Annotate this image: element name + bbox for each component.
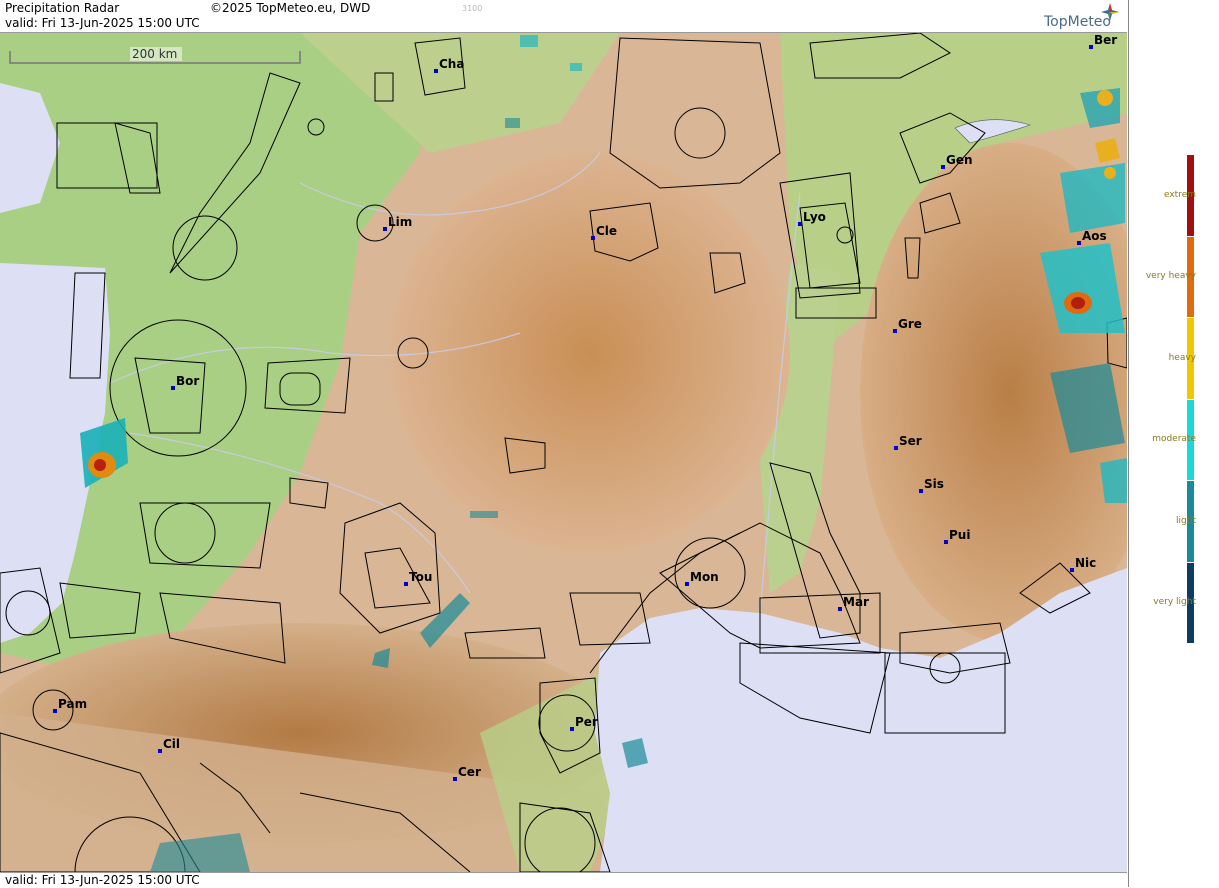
city-marker xyxy=(570,727,574,731)
city-label: Cil xyxy=(163,737,180,751)
city-label: Gen xyxy=(946,153,973,167)
precipitation-legend: extrem very heavy heavy moderate light very l… xyxy=(1128,0,1219,887)
copyright-text: ©2025 TopMeteo.eu, DWD xyxy=(210,1,371,15)
legend-label: extrem xyxy=(1163,189,1196,200)
city-marker xyxy=(894,446,898,450)
radar-map[interactable]: 200 km Ber Cha Gen Lim Cle Lyo Aos Gre Bor Ser Sis… xyxy=(0,33,1127,872)
city-label: Cle xyxy=(596,224,617,238)
city-marker xyxy=(1070,568,1074,572)
city-label: Sis xyxy=(924,477,944,491)
city-label: Lim xyxy=(388,215,412,229)
city-marker xyxy=(893,329,897,333)
faint-number: 3100 xyxy=(462,4,483,13)
city-label: Pam xyxy=(58,697,87,711)
city-marker xyxy=(453,777,457,781)
legend-label: light xyxy=(1176,515,1196,526)
terrain-map: 200 km Ber Cha Gen Lim Cle Lyo Aos Gre Bor Ser Sis… xyxy=(0,33,1127,872)
footer-bar: valid: Fri 13-Jun-2025 15:00 UTC xyxy=(0,872,1127,888)
header-bar: Precipitation Radar ©2025 TopMeteo.eu, D… xyxy=(0,0,1127,33)
city-marker xyxy=(941,165,945,169)
city-marker xyxy=(919,489,923,493)
city-marker xyxy=(171,386,175,390)
city-label: Mar xyxy=(843,595,869,609)
city-marker xyxy=(944,540,948,544)
valid-time: valid: Fri 13-Jun-2025 15:00 UTC xyxy=(5,16,200,30)
city-marker xyxy=(685,582,689,586)
city-marker xyxy=(838,607,842,611)
legend-label: very light xyxy=(1153,597,1196,608)
legend-label: very heavy xyxy=(1145,271,1196,282)
compass-star-icon xyxy=(1101,3,1119,21)
city-label: Cha xyxy=(439,57,464,71)
city-label: Nic xyxy=(1075,556,1096,570)
city-marker xyxy=(434,69,438,73)
legend-label: heavy xyxy=(1168,352,1196,363)
legend-label: moderate xyxy=(1152,434,1196,445)
city-label: Cer xyxy=(458,765,481,779)
scale-label: 200 km xyxy=(132,47,177,61)
city-marker xyxy=(383,227,387,231)
city-label: Tou xyxy=(409,570,432,584)
map-title: Precipitation Radar xyxy=(5,1,120,15)
city-label: Ber xyxy=(1094,33,1117,47)
city-label: Ser xyxy=(899,434,922,448)
city-marker xyxy=(1089,45,1093,49)
city-label: Gre xyxy=(898,317,922,331)
city-marker xyxy=(404,582,408,586)
city-marker xyxy=(798,222,802,226)
city-label: Bor xyxy=(176,374,199,388)
city-label: Mon xyxy=(690,570,719,584)
city-marker xyxy=(591,236,595,240)
city-label: Aos xyxy=(1082,229,1107,243)
city-label: Lyo xyxy=(803,210,826,224)
city-marker xyxy=(53,709,57,713)
city-marker xyxy=(1077,241,1081,245)
city-label: Pui xyxy=(949,528,970,542)
city-marker xyxy=(158,749,162,753)
footer-valid-time: valid: Fri 13-Jun-2025 15:00 UTC xyxy=(5,873,200,887)
city-label: Per xyxy=(575,715,598,729)
